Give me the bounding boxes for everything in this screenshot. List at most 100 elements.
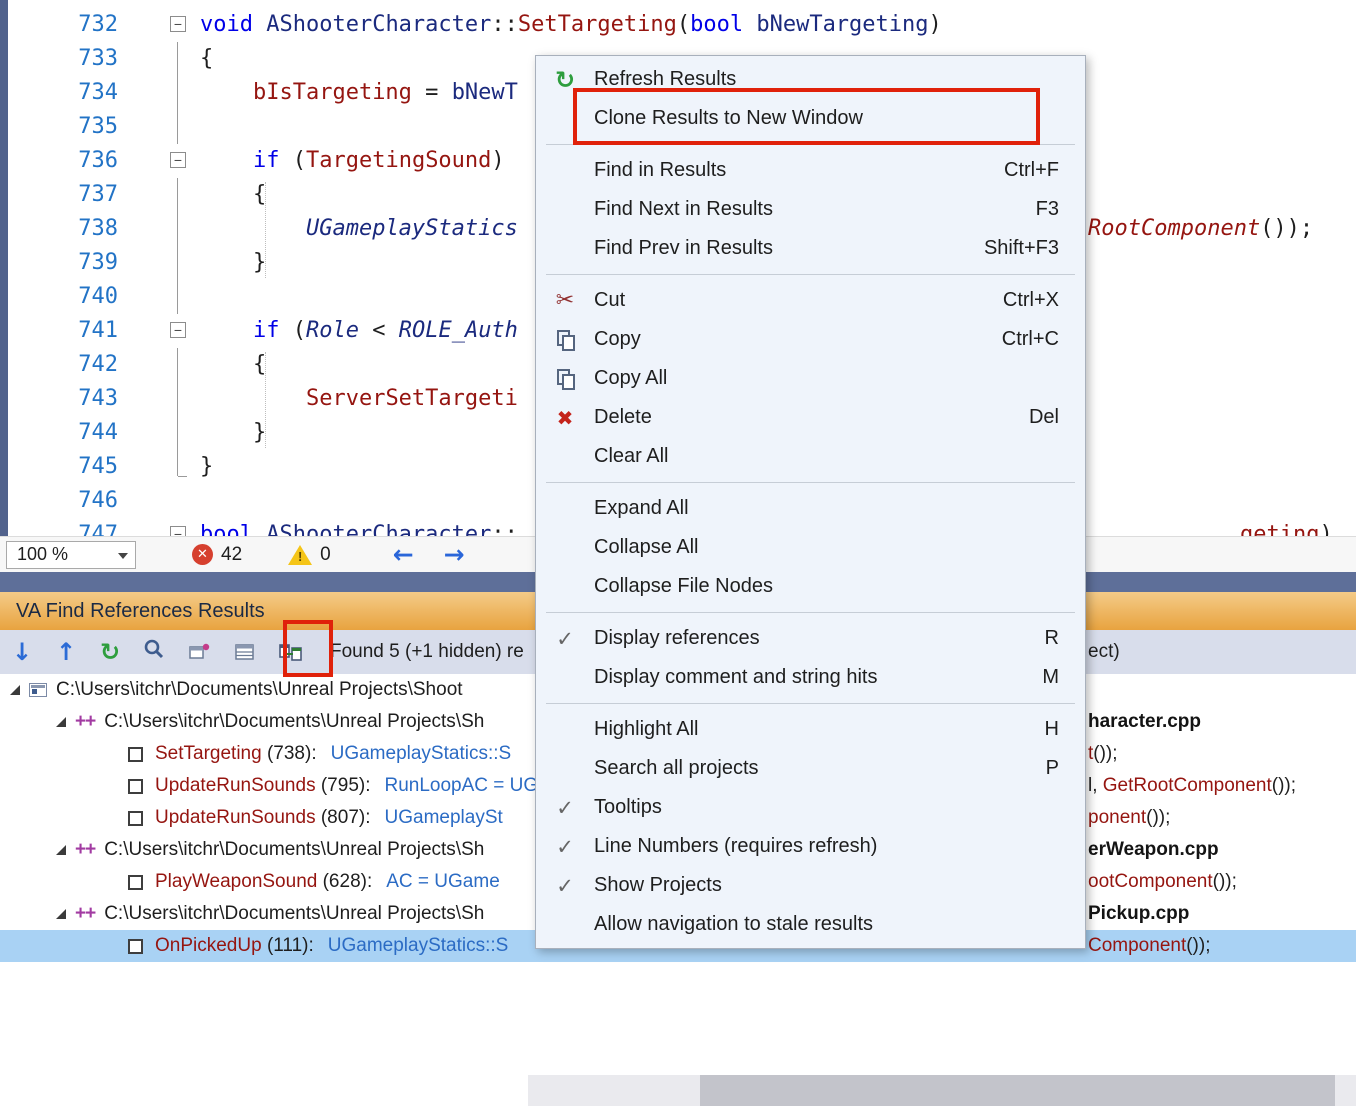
fold-guide-line xyxy=(177,416,178,450)
dropdown-arrow-icon xyxy=(118,552,128,559)
line-number: 740 xyxy=(78,284,118,309)
menu-item-label: Copy All xyxy=(594,367,668,389)
view-columns-icon[interactable] xyxy=(222,633,268,671)
expander-icon[interactable] xyxy=(10,685,20,695)
menu-item-cut[interactable]: ✂ Cut Ctrl+X xyxy=(536,281,1085,320)
reference-code: UGameplayStatics::S xyxy=(327,935,509,956)
open-results-window-icon[interactable] xyxy=(176,633,222,671)
menu-item-find-next-in-results[interactable]: Find Next in Results F3 xyxy=(536,190,1085,229)
zoom-value: 100 % xyxy=(17,544,69,564)
refresh-results-icon[interactable]: ↻ xyxy=(88,638,132,666)
fold-margin xyxy=(118,178,200,212)
menu-separator xyxy=(536,268,1085,281)
menu-item-allow-navigation-to-stale-results[interactable]: Allow navigation to stale results xyxy=(536,905,1085,944)
menu-item-label: Expand All xyxy=(594,497,689,519)
expander-icon[interactable] xyxy=(56,909,66,919)
window-edge xyxy=(0,0,8,572)
fold-toggle-icon[interactable]: − xyxy=(170,16,186,32)
menu-item-label: Cut xyxy=(594,289,626,311)
fold-toggle-icon[interactable]: − xyxy=(170,322,186,338)
reference-code: UGameplaySt xyxy=(384,807,503,828)
fold-margin: − xyxy=(118,518,200,536)
fold-guide-line xyxy=(177,348,178,382)
file-path: C:\Users\itchr\Documents\Unreal Projects… xyxy=(104,711,485,732)
fold-margin xyxy=(118,246,200,280)
fold-guide-line xyxy=(177,450,187,477)
cpp-file-icon: ++ xyxy=(75,903,96,924)
menu-item-line-numbers-requires-refresh[interactable]: ✓ Line Numbers (requires refresh) xyxy=(536,827,1085,866)
application-window: 732− void AShooterCharacter::SetTargeting… xyxy=(0,0,1356,1106)
context-menu: ↻ Refresh Results Clone Results to New Win… xyxy=(535,55,1086,949)
menu-item-label: Clear All xyxy=(594,445,669,467)
menu-item-collapse-all[interactable]: Collapse All xyxy=(536,528,1085,567)
line-number: 737 xyxy=(78,182,118,207)
fold-guide-line xyxy=(177,280,178,314)
reference-icon xyxy=(128,874,143,890)
menu-item-label: Find Next in Results xyxy=(594,198,773,220)
line-number: 732 xyxy=(78,12,118,37)
reference-line-number: (795): xyxy=(315,775,371,796)
menu-item-label: Find Prev in Results xyxy=(594,237,773,259)
results-root-icon xyxy=(29,683,47,697)
indent-guide xyxy=(265,352,266,448)
menu-item-copy[interactable]: Copy Ctrl+C xyxy=(536,320,1085,359)
find-icon[interactable] xyxy=(132,638,176,667)
fold-margin xyxy=(118,450,200,484)
warning-icon[interactable]: ! xyxy=(288,544,313,565)
scrollbar-thumb[interactable] xyxy=(700,1075,1335,1106)
fold-margin xyxy=(118,76,200,110)
reference-code: RunLoopAC = UG xyxy=(384,775,539,796)
line-number: 735 xyxy=(78,114,118,139)
line-number: 734 xyxy=(78,80,118,105)
menu-item-clear-all[interactable]: Clear All xyxy=(536,437,1085,476)
menu-item-label: Line Numbers (requires refresh) xyxy=(594,835,878,857)
menu-separator xyxy=(536,476,1085,489)
menu-item-expand-all[interactable]: Expand All xyxy=(536,489,1085,528)
warning-count: 0 xyxy=(320,543,331,565)
horizontal-scrollbar[interactable] xyxy=(528,1075,1356,1106)
menu-item-search-all-projects[interactable]: Search all projects P xyxy=(536,749,1085,788)
annotation-box-clone-menu-item xyxy=(573,88,1040,145)
menu-item-delete[interactable]: ✖ Delete Del xyxy=(536,398,1085,437)
menu-item-label: Collapse All xyxy=(594,536,699,558)
menu-item-find-prev-in-results[interactable]: Find Prev in Results Shift+F3 xyxy=(536,229,1085,268)
expander-icon[interactable] xyxy=(56,845,66,855)
cpp-file-icon: ++ xyxy=(75,711,96,732)
reference-name: OnPickedUp xyxy=(155,935,262,956)
next-result-icon[interactable]: ↓ xyxy=(0,638,44,666)
menu-item-find-in-results[interactable]: Find in Results Ctrl+F xyxy=(536,151,1085,190)
line-number: 739 xyxy=(78,250,118,275)
row-right-fragment: t()); xyxy=(1088,743,1118,764)
code-text: UGameplayStatics xyxy=(305,216,518,241)
line-number: 742 xyxy=(78,352,118,377)
results-summary-fragment: ect) xyxy=(1088,641,1120,662)
file-path: C:\Users\itchr\Documents\Unreal Projects… xyxy=(104,903,485,924)
expander-icon[interactable] xyxy=(56,717,66,727)
menu-item-highlight-all[interactable]: Highlight All H xyxy=(536,710,1085,749)
error-icon[interactable]: ✕ xyxy=(192,544,213,565)
line-number: 744 xyxy=(78,420,118,445)
menu-item-label: Highlight All xyxy=(594,718,699,740)
code-fragment-line-738: RootComponent()); xyxy=(1088,216,1314,241)
menu-item-collapse-file-nodes[interactable]: Collapse File Nodes xyxy=(536,567,1085,606)
reference-line-number: (738): xyxy=(261,743,317,764)
code-text: void AShooterCharacter::SetTargeting(boo… xyxy=(200,12,942,37)
navigate-back-icon[interactable]: ← xyxy=(393,540,414,569)
indent-guide xyxy=(265,182,266,278)
menu-item-show-projects[interactable]: ✓ Show Projects xyxy=(536,866,1085,905)
fold-margin xyxy=(118,348,200,382)
fold-toggle-icon[interactable]: − xyxy=(170,152,186,168)
zoom-select[interactable]: 100 % xyxy=(6,540,136,569)
navigate-forward-icon[interactable]: → xyxy=(444,540,465,569)
row-right-fragment: haracter.cpp xyxy=(1088,711,1201,732)
menu-item-label: Collapse File Nodes xyxy=(594,575,773,597)
prev-result-icon[interactable]: ↑ xyxy=(44,638,88,666)
reference-name: UpdateRunSounds xyxy=(155,807,316,828)
menu-item-display-references[interactable]: ✓ Display references R xyxy=(536,619,1085,658)
fold-toggle-icon[interactable]: − xyxy=(170,526,186,536)
menu-item-tooltips[interactable]: ✓ Tooltips xyxy=(536,788,1085,827)
menu-item-label: Display comment and string hits xyxy=(594,666,878,688)
menu-item-display-comment-and-string-hits[interactable]: Display comment and string hits M xyxy=(536,658,1085,697)
check-icon: ✓ xyxy=(556,795,574,820)
menu-item-copy-all[interactable]: Copy All xyxy=(536,359,1085,398)
